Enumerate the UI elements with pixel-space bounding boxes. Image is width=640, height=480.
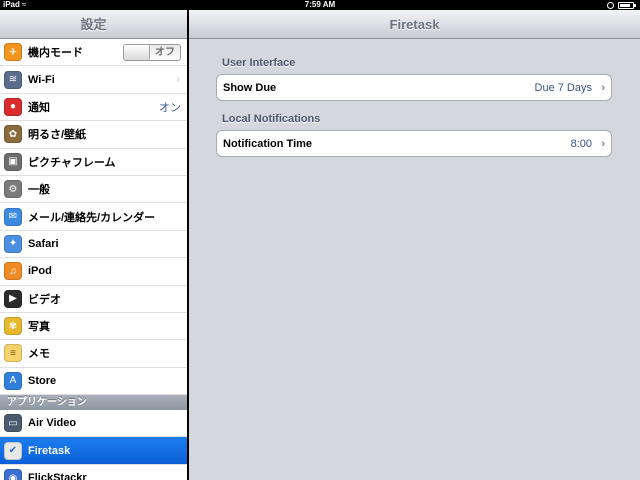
brightness-icon: ✿ [4, 125, 22, 144]
sidebar-item-label: Wi-Fi [28, 73, 55, 86]
sidebar-item-item-0[interactable]: ✈ 機内モード オフ [0, 39, 187, 67]
sidebar-item-label: 機内モード [28, 47, 83, 60]
sidebar-item-item-6[interactable]: ✉ メール/連絡先/カレンダー [0, 203, 187, 231]
photos-icon: ✾ [4, 317, 22, 336]
chevron-right-icon: › [601, 81, 605, 94]
show-due-value: Due 7 Days [534, 81, 592, 94]
picture-frame-icon: ▣ [4, 152, 22, 171]
sidebar-item-flickstackr[interactable]: ◉ FlickStackr [0, 464, 187, 480]
sidebar-item-safari[interactable]: ✦ Safari [0, 230, 187, 259]
sidebar-item-item-10[interactable]: ✾ 写真 [0, 312, 187, 341]
airplane-mode-toggle[interactable]: オフ [123, 44, 181, 61]
clock: 7:59 AM [304, 0, 336, 9]
sidebar-item-value: オン [159, 101, 181, 114]
firetask-detail-pane: Firetask User Interface Show Due Due 7 D… [189, 10, 640, 480]
section-header-applications: アプリケーション [0, 395, 187, 411]
store-icon: A [4, 371, 22, 390]
sidebar-item-air-video[interactable]: ▭ Air Video [0, 410, 187, 438]
sidebar-item-firetask[interactable]: ✔ Firetask [0, 437, 187, 465]
settings-master-pane: 設定 ✈ 機内モード オフ ≋ Wi-Fi › ● 通知 オン ✿ 明るさ/壁紙 ▣ ピクチャフレーム ⚙… [0, 10, 187, 480]
sidebar-item-label: ピクチャフレーム [28, 156, 116, 169]
firetask-icon: ✔ [4, 441, 22, 460]
orientation-lock-icon [607, 1, 614, 9]
section-header-user-interface: User Interface [222, 57, 296, 69]
sidebar-item-label: メモ [28, 348, 50, 361]
sidebar-item-item-5[interactable]: ⚙ 一般 [0, 175, 187, 204]
notification-time-row[interactable]: Notification Time 8:00 › [216, 130, 612, 157]
sidebar-item-label: iPod [28, 265, 52, 278]
show-due-label: Show Due [223, 81, 277, 94]
sidebar-item-item-11[interactable]: ≡ メモ [0, 340, 187, 368]
sidebar-item-label: 通知 [28, 101, 50, 114]
sidebar-item-label: FlickStackr [28, 472, 87, 480]
airplane-icon: ✈ [4, 43, 22, 62]
toggle-state-label: オフ [155, 47, 175, 58]
flickstackr-icon: ◉ [4, 469, 22, 480]
sidebar-item-item-3[interactable]: ✿ 明るさ/壁紙 [0, 121, 187, 149]
sidebar-item-label: Store [28, 374, 57, 387]
show-due-row[interactable]: Show Due Due 7 Days › [216, 74, 612, 101]
sidebar-item-label: Firetask [28, 444, 71, 457]
notification-time-label: Notification Time [223, 137, 313, 150]
chevron-right-icon: › [601, 137, 605, 150]
gear-icon: ⚙ [4, 180, 22, 199]
sidebar-item-label: 一般 [28, 184, 50, 197]
sidebar-item-wi-fi[interactable]: ≋ Wi-Fi › [0, 66, 187, 94]
wifi-icon: ≋ [4, 70, 22, 89]
notification-time-value: 8:00 [570, 137, 592, 150]
notes-icon: ≡ [4, 344, 22, 363]
mail-icon: ✉ [4, 207, 22, 226]
battery-icon [618, 1, 636, 9]
sidebar-item-ipod[interactable]: ♫ iPod [0, 258, 187, 286]
sidebar-item-label: Safari [28, 237, 59, 250]
settings-list: ✈ 機内モード オフ ≋ Wi-Fi › ● 通知 オン ✿ 明るさ/壁紙 ▣ ピクチャフレーム ⚙ 一般 ✉… [0, 39, 187, 480]
video-icon: ▶ [4, 289, 22, 308]
sidebar-item-store[interactable]: A Store [0, 367, 187, 396]
safari-icon: ✦ [4, 234, 22, 253]
sidebar-item-label: 写真 [28, 321, 50, 334]
sidebar-item-item-2[interactable]: ● 通知 オン [0, 93, 187, 122]
detail-title: Firetask [189, 10, 640, 39]
chevron-right-icon: › [176, 74, 180, 86]
air-video-icon: ▭ [4, 414, 22, 433]
sidebar-item-label: ビデオ [28, 293, 61, 306]
sidebar-item-label: メール/連絡先/カレンダー [28, 211, 156, 224]
sidebar-item-label: Air Video [28, 417, 77, 430]
sidebar-item-label: 明るさ/壁紙 [28, 129, 87, 142]
ipod-icon: ♫ [4, 262, 22, 281]
sidebar-item-item-9[interactable]: ▶ ビデオ [0, 285, 187, 313]
master-title: 設定 [0, 10, 187, 39]
toggle-knob [124, 45, 150, 60]
sidebar-item-item-4[interactable]: ▣ ピクチャフレーム [0, 148, 187, 176]
section-header-local-notifications: Local Notifications [222, 113, 321, 125]
status-bar: iPad ≈ 7:59 AM [0, 0, 640, 10]
notifications-icon: ● [4, 97, 22, 116]
